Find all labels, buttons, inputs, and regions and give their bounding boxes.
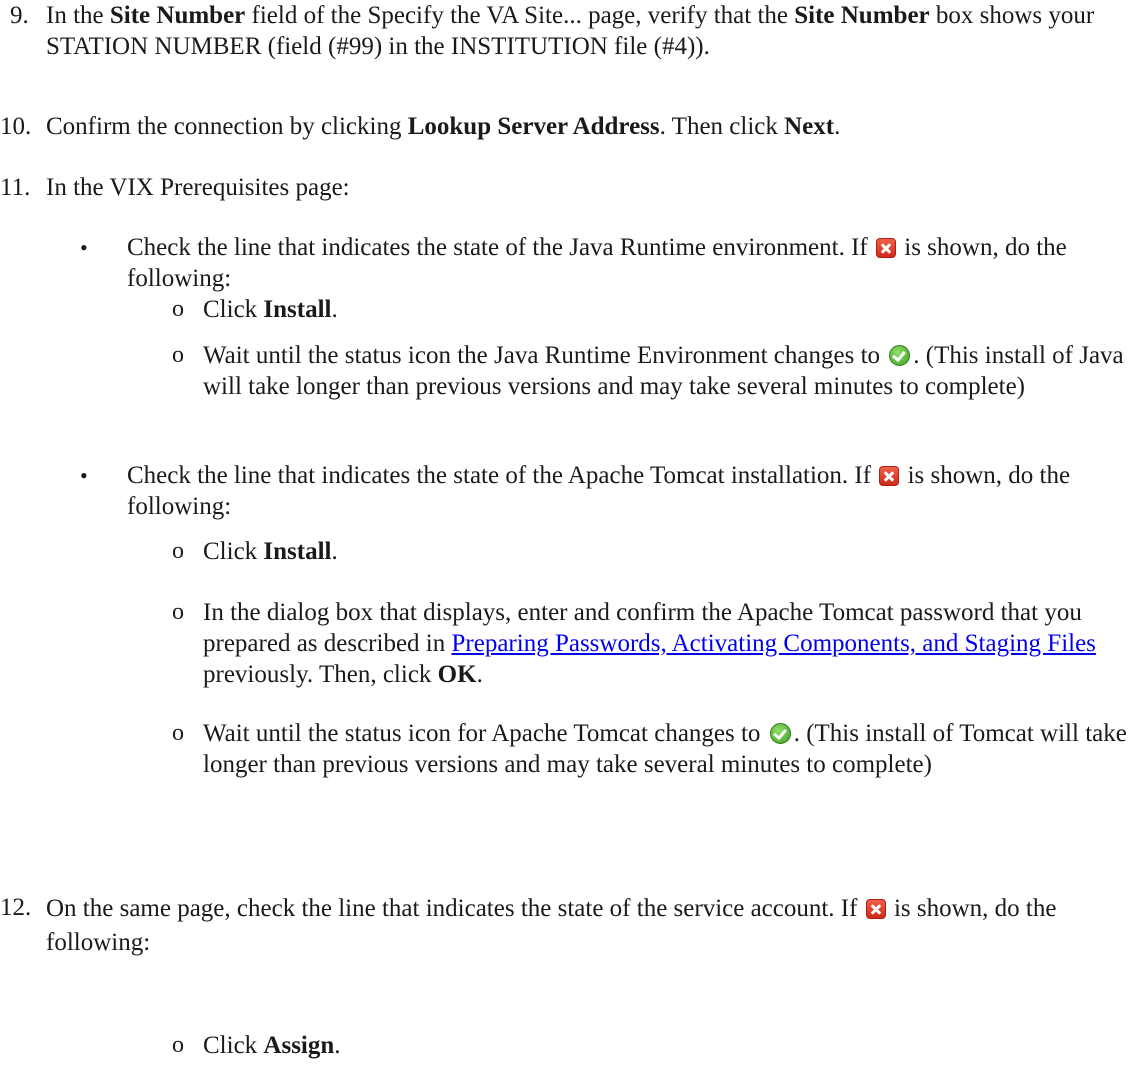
ok-check-icon [889,345,911,366]
bullet-tomcat: • [80,463,88,488]
bullet-java: • [80,235,88,260]
lookup-server-address-label: Lookup Server Address [407,113,660,140]
next-label: Next [784,113,835,140]
step-12-number: 12. [0,894,32,921]
java-check-text: Check the line that indicates the state … [127,234,1067,292]
error-x-icon [865,899,886,919]
step-11-text: In the VIX Prerequisites page: [46,174,350,201]
java-install-step: Click Install. [203,296,338,323]
site-number-label: Site Number [109,2,246,29]
error-x-icon [879,466,900,486]
install-label: Install [263,538,332,565]
tomcat-wait-step: Wait until the status icon for Apache To… [203,720,1127,778]
sub-bullet: o [172,1032,184,1058]
tomcat-install-step: Click Install. [203,538,338,565]
sub-bullet: o [172,342,184,368]
error-x-icon [876,238,896,258]
step-10-text: Confirm the connection by clicking Looku… [46,113,841,140]
tomcat-check-text: Check the line that indicates the state … [127,462,1071,520]
step-9-text: In the Site Number field of the Specify … [46,2,1095,60]
step-9-number: 9. [10,2,29,29]
step-12-text: On the same page, check the line that in… [46,895,1057,956]
sub-bullet: o [172,599,184,625]
assign-step: Click Assign. [203,1032,341,1059]
assign-label: Assign [263,1032,335,1059]
sub-bullet: o [172,538,184,564]
step-11-number: 11. [0,174,31,201]
ok-check-icon [769,723,791,744]
step-10-number: 10. [0,113,32,140]
site-number-box-label: Site Number [794,2,930,29]
install-label: Install [263,296,332,323]
sub-bullet: o [172,720,184,746]
tomcat-password-step: In the dialog box that displays, enter a… [203,599,1096,688]
sub-bullet: o [172,296,184,322]
java-wait-step: Wait until the status icon the Java Runt… [203,342,1124,400]
preparing-passwords-link[interactable]: Preparing Passwords, Activating Componen… [452,630,1096,657]
ok-label: OK [437,661,477,688]
